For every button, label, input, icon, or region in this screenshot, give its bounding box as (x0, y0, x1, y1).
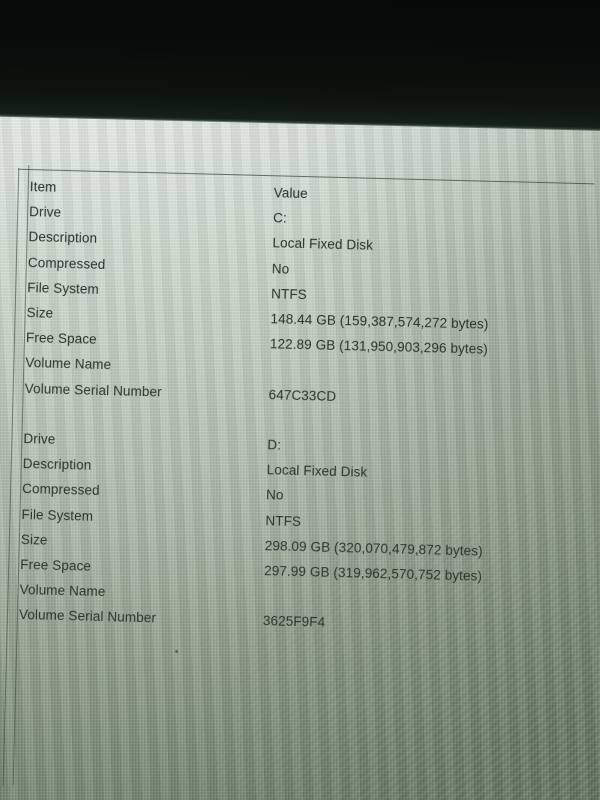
cell-item: Description (28, 229, 98, 247)
cell-item: Size (20, 531, 48, 548)
cell-value: Local Fixed Disk (272, 235, 374, 254)
cell-value: 647C33CD (268, 386, 337, 404)
cell-value: Local Fixed Disk (266, 462, 368, 480)
cell-item: Volume Serial Number (18, 607, 157, 626)
cell-value: 3625F9F4 (262, 613, 326, 631)
cell-item: Drive (23, 431, 56, 447)
cell-value: D: (267, 437, 282, 453)
cell-item: Free Space (20, 556, 92, 574)
monitor-bezel-top (0, 0, 600, 131)
cell-value: NTFS (271, 286, 308, 302)
cell-item: Compressed (21, 481, 100, 499)
column-header-item: Item (29, 179, 57, 195)
cell-item: Free Space (25, 330, 97, 348)
cell-item: Volume Name (19, 582, 106, 600)
cell-item: Size (26, 305, 54, 321)
screen-dust-speck (175, 649, 179, 653)
cell-item: Compressed (27, 254, 106, 272)
cell-item: File System (27, 279, 100, 297)
cell-value: No (265, 487, 284, 503)
cell-value: C: (272, 210, 287, 226)
cell-item: Drive (28, 204, 62, 221)
column-header-value: Value (273, 185, 308, 202)
cell-value: NTFS (265, 512, 302, 529)
cell-item: Volume Serial Number (24, 380, 162, 400)
photo-of-monitor: Item Value Drive C: Description Local Fixed D… (0, 0, 600, 800)
cell-value: No (271, 260, 290, 277)
cell-item: File System (21, 506, 94, 524)
cell-item: Volume Name (25, 355, 112, 373)
cell-item: Description (22, 456, 92, 473)
